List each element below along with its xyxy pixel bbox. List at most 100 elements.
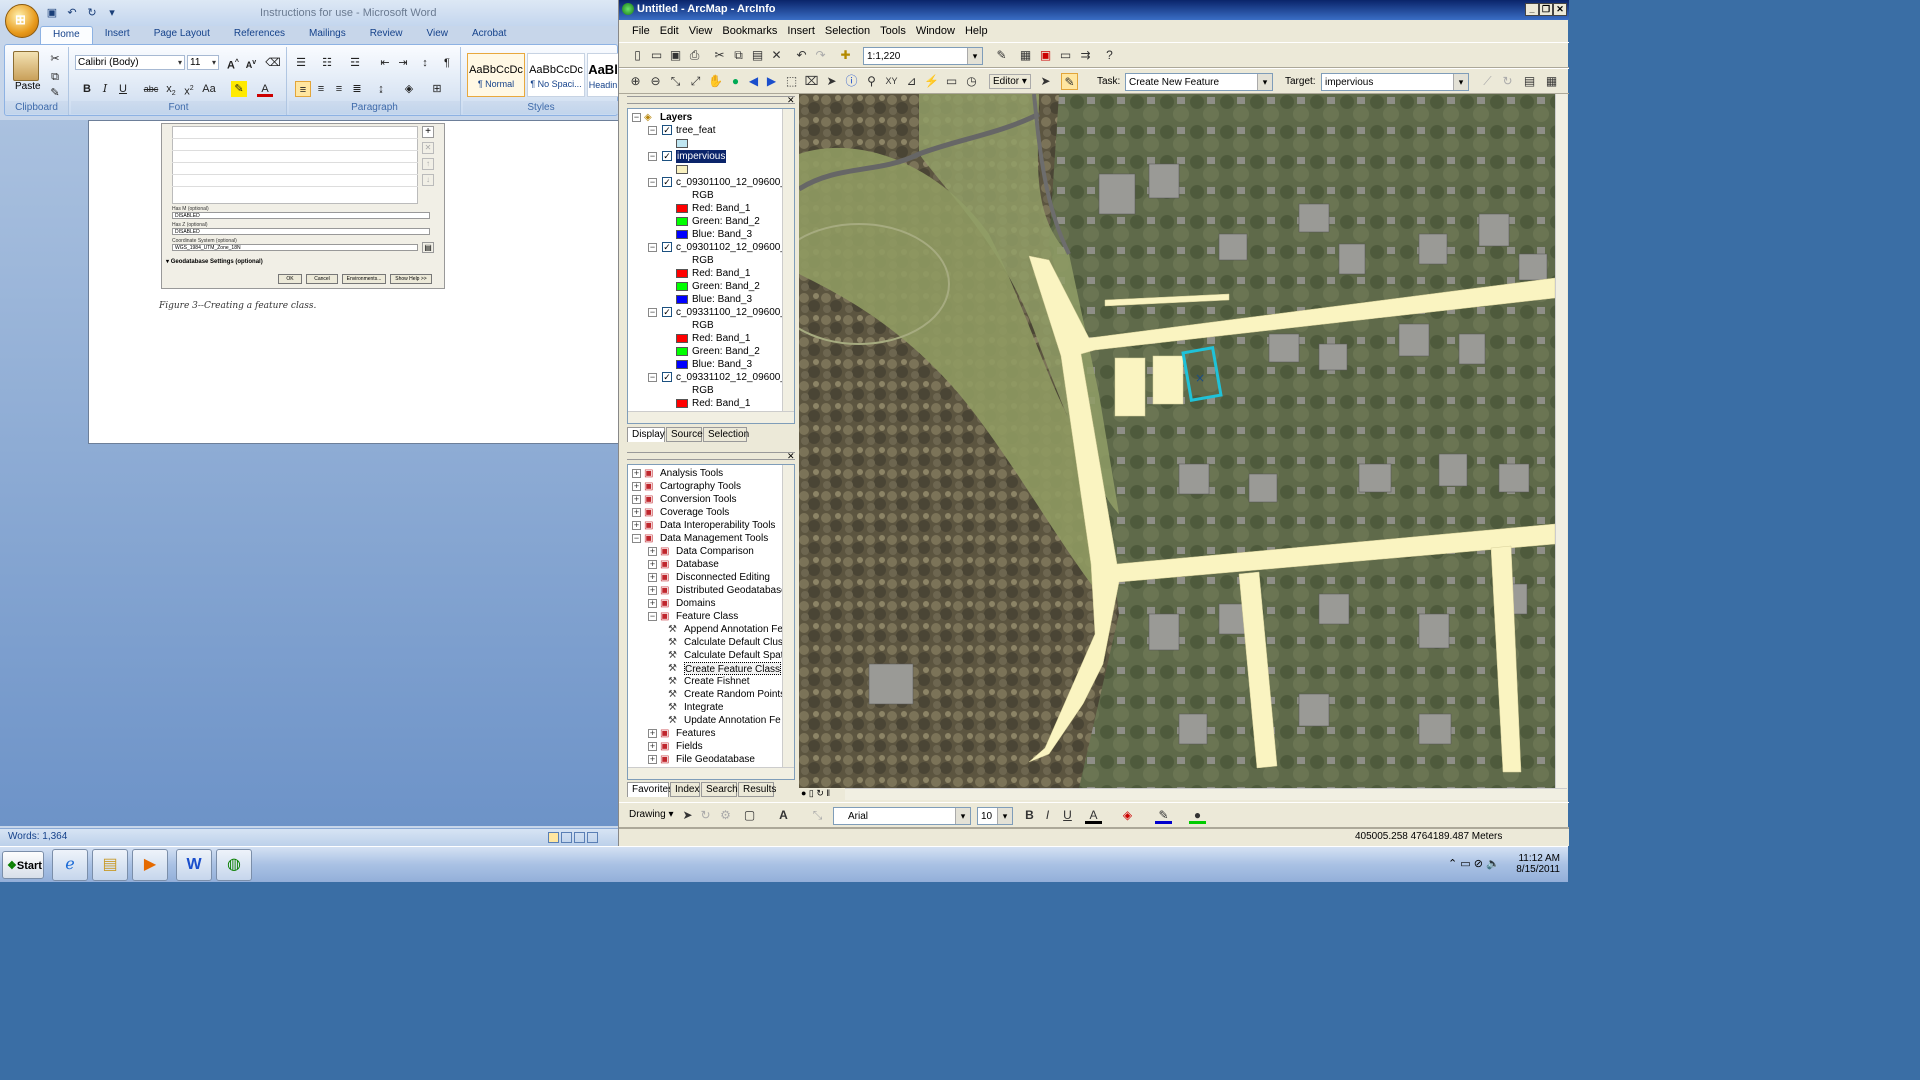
tab-insert[interactable]: Insert (93, 26, 142, 44)
sketch-tool-icon[interactable]: ✎ (1061, 73, 1078, 90)
sort-icon[interactable]: ↕ (417, 55, 433, 71)
increase-indent-icon[interactable]: ⇥ (395, 55, 411, 71)
collapse-icon[interactable]: − (648, 178, 657, 187)
expand-icon[interactable]: + (648, 599, 657, 608)
go-to-xy-icon[interactable]: XY (883, 73, 900, 90)
collapse-icon[interactable]: − (632, 113, 641, 122)
fixed-zoom-out-icon[interactable]: ⤢ (687, 73, 704, 90)
layer-visibility-checkbox[interactable]: ✓ (662, 372, 672, 382)
add-data-icon[interactable]: ✚ (837, 47, 854, 64)
tool-item[interactable]: Create Fishnet (684, 675, 750, 688)
web-layout-icon[interactable] (574, 832, 585, 843)
restore-button[interactable]: ❐ (1539, 3, 1553, 16)
menu-selection[interactable]: Selection (820, 22, 875, 42)
toolset-item[interactable]: Conversion Tools (660, 493, 737, 506)
expand-icon[interactable]: + (648, 573, 657, 582)
bold-icon[interactable]: B (1021, 807, 1038, 824)
toc-vertical-scrollbar[interactable] (782, 109, 794, 411)
zoom-in-icon[interactable]: ⊕ (627, 73, 644, 90)
select-features-icon[interactable]: ⬚ (783, 73, 800, 90)
delete-icon[interactable]: ✕ (768, 47, 785, 64)
find-icon[interactable]: ⚲ (863, 73, 880, 90)
layer-name[interactable]: c_09301102_12_09600_4 (676, 241, 792, 254)
layer-visibility-checkbox[interactable]: ✓ (662, 242, 672, 252)
fill-color-icon[interactable]: ◈ (1119, 807, 1136, 824)
collapse-icon[interactable]: − (648, 373, 657, 382)
word-count[interactable]: Words: 1,364 (8, 831, 67, 842)
highlight-icon[interactable]: ✎ (231, 81, 247, 97)
bold-icon[interactable]: B (79, 81, 95, 97)
italic-icon[interactable]: I (1039, 807, 1056, 824)
back-extent-icon[interactable]: ◀ (745, 73, 762, 90)
editor-toolbar-icon[interactable]: ✎ (993, 47, 1010, 64)
clear-formatting-icon[interactable]: ⌫ (265, 55, 281, 71)
menu-help[interactable]: Help (960, 22, 993, 42)
menu-edit[interactable]: Edit (655, 22, 684, 42)
collapse-icon[interactable]: − (648, 126, 657, 135)
toolset-item[interactable]: Disconnected Editing (676, 571, 770, 584)
cut-icon[interactable]: ✂ (711, 47, 728, 64)
bullets-icon[interactable]: ☰ (293, 55, 309, 71)
menu-insert[interactable]: Insert (782, 22, 820, 42)
forward-extent-icon[interactable]: ▶ (763, 73, 780, 90)
toolset-item[interactable]: Data Interoperability Tools (660, 519, 775, 532)
font-color-icon[interactable]: A (257, 81, 273, 97)
edit-tool-icon[interactable]: ➤ (1037, 73, 1054, 90)
expand-icon[interactable]: + (648, 742, 657, 751)
band-color-swatch[interactable] (676, 204, 688, 213)
toolset-item[interactable]: Fields (676, 740, 703, 753)
borders-icon[interactable]: ⊞ (429, 81, 445, 97)
layer-visibility-checkbox[interactable]: ✓ (662, 125, 672, 135)
collapse-icon[interactable]: − (632, 534, 641, 543)
toc-close-icon[interactable]: ✕ (787, 95, 795, 106)
multilevel-list-icon[interactable]: ☲ (347, 55, 363, 71)
underline-icon[interactable]: U (1059, 807, 1076, 824)
align-right-icon[interactable]: ≡ (331, 81, 347, 97)
paste-icon[interactable] (13, 51, 39, 81)
layer-symbol[interactable] (676, 165, 688, 174)
layer-name[interactable]: impervious (676, 150, 727, 163)
toolset-item[interactable]: Data Management Tools (660, 532, 768, 545)
html-popup-icon[interactable]: ▭ (943, 73, 960, 90)
save-icon[interactable]: ▣ (667, 47, 684, 64)
media-player-icon[interactable]: ▶ (132, 849, 168, 881)
expand-icon[interactable]: + (632, 469, 641, 478)
map-vertical-scrollbar[interactable] (1555, 94, 1567, 788)
select-elements-icon[interactable]: ➤ (679, 807, 696, 824)
minimize-button[interactable]: _ (1525, 3, 1539, 16)
attributes-icon[interactable]: ▤ (1521, 73, 1538, 90)
collapse-icon[interactable]: − (648, 612, 657, 621)
zoom-out-icon[interactable]: ⊖ (647, 73, 664, 90)
tool-item[interactable]: Integrate (684, 701, 723, 714)
style-no-spacing[interactable]: AaBbCcDc ¶ No Spaci... (527, 53, 585, 97)
select-elements-icon[interactable]: ➤ (823, 73, 840, 90)
band-color-swatch[interactable] (676, 282, 688, 291)
band-color-swatch[interactable] (676, 399, 688, 408)
toolbox-tab-search[interactable]: Search (701, 782, 738, 797)
expand-icon[interactable]: + (648, 755, 657, 764)
expand-icon[interactable]: + (632, 482, 641, 491)
layer-visibility-checkbox[interactable]: ✓ (662, 177, 672, 187)
toc-tab-display[interactable]: Display (627, 427, 665, 442)
toolset-item[interactable]: Features (676, 727, 715, 740)
tool-item[interactable]: Calculate Default Spat (684, 649, 784, 662)
tab-references[interactable]: References (222, 26, 297, 44)
toolbox-tab-index[interactable]: Index (670, 782, 700, 797)
customize-qat-icon[interactable]: ▾ (104, 6, 120, 21)
shading-icon[interactable]: ◈ (401, 81, 417, 97)
document-page[interactable]: + ✕ ↑ ↓ Has M (optional) DISABLED Has Z … (88, 120, 618, 444)
new-icon[interactable]: ▯ (629, 47, 646, 64)
marker-color-icon[interactable]: ● (1189, 807, 1206, 824)
band-color-swatch[interactable] (676, 360, 688, 369)
expand-icon[interactable]: + (648, 586, 657, 595)
tool-item[interactable]: Update Annotation Fe (684, 714, 781, 727)
internet-explorer-icon[interactable]: ℯ (52, 849, 88, 881)
band-color-swatch[interactable] (676, 269, 688, 278)
subscript-icon[interactable]: x2 (163, 81, 179, 97)
menu-window[interactable]: Window (911, 22, 960, 42)
line-color-icon[interactable]: ✎ (1155, 807, 1172, 824)
redo-icon[interactable]: ↻ (84, 6, 100, 21)
map-horizontal-scrollbar[interactable] (845, 788, 1567, 800)
font-color-icon[interactable]: A (1085, 807, 1102, 824)
tab-acrobat[interactable]: Acrobat (460, 26, 518, 44)
